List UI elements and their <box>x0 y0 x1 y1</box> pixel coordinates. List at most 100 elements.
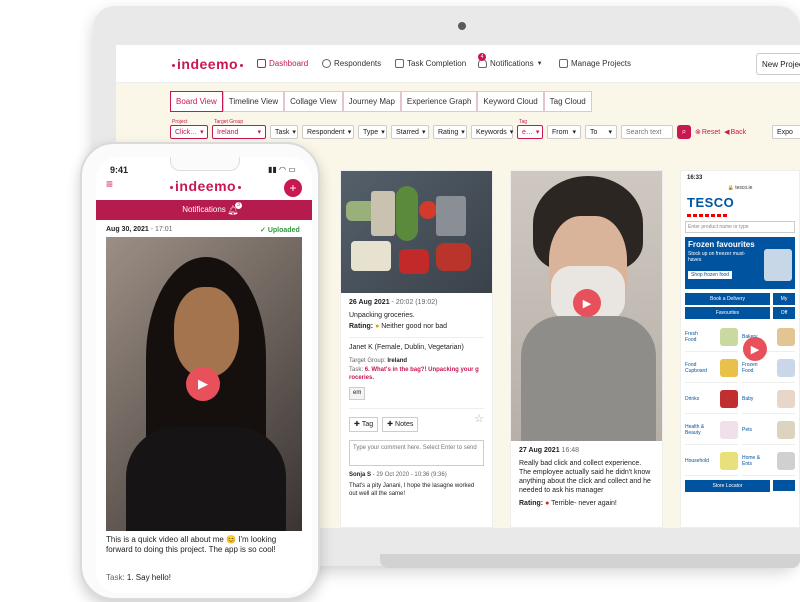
starred-filter[interactable]: Starred ▾ <box>391 125 429 139</box>
entry-time: - 20:02 (19:02) <box>389 299 438 306</box>
export-button[interactable]: Expo <box>772 125 800 139</box>
rating-label: Rating: <box>519 500 544 507</box>
respondent-name[interactable]: Janet K (Female, Dublin, Vegetarian) <box>349 337 484 352</box>
task-link[interactable]: 6. What's in the bag?! Unpacking your g … <box>349 367 479 381</box>
category-grid: Fresh FoodBakeryFood CupboardFrozen Food… <box>685 323 795 476</box>
entry-card-groceries[interactable]: 26 Aug 2021 - 20:02 (19:02) Unpacking gr… <box>340 170 493 528</box>
entry-card-click-collect[interactable]: ▶ 27 Aug 2021 16:48 Really bad click and… <box>510 170 663 528</box>
category-label: Household <box>685 458 709 464</box>
category-item[interactable]: Fresh Food <box>685 323 738 352</box>
nav-manage-projects[interactable]: Manage Projects <box>559 59 631 68</box>
reset-label: Reset <box>701 128 721 136</box>
notifications-header[interactable]: Notifications <box>96 200 312 220</box>
rating-value: Terrible- never again! <box>551 500 617 507</box>
url-text: tesco.ie <box>735 185 753 191</box>
star-icon[interactable]: ☆ <box>474 414 484 425</box>
type-filter[interactable]: Type ▾ <box>358 125 387 139</box>
entry-time: 16:48 <box>559 447 580 454</box>
top-nav: indeemo Dashboard Respondents Task Compl… <box>116 45 800 83</box>
banner-button[interactable]: Shop frozen food <box>688 271 733 279</box>
search-text-input[interactable]: Search text <box>621 125 673 139</box>
plus-icon: ✚ <box>387 421 394 428</box>
rating-label: Rating: <box>349 323 374 330</box>
tab-board-view[interactable]: Board View <box>170 91 223 112</box>
secondary-blue-button[interactable] <box>773 480 795 491</box>
add-plus-icon[interactable]: + <box>284 179 302 197</box>
task-filter[interactable]: Task ▾ <box>270 125 298 139</box>
caret-icon: ▾ <box>421 129 426 136</box>
nav-task-completion[interactable]: Task Completion <box>395 59 466 68</box>
selfie-video[interactable]: ▶ <box>106 237 302 531</box>
entry-timestamp: 27 Aug 2021 16:48 <box>519 446 654 455</box>
respondent-filter[interactable]: Respondent ▾ <box>302 125 354 139</box>
target-group-label: Target Group <box>214 119 244 125</box>
category-label: Drinks <box>685 396 700 402</box>
comment-author: Sonja S <box>349 472 372 478</box>
category-image <box>777 328 795 346</box>
tab-journey-map[interactable]: Journey Map <box>342 91 401 112</box>
category-image <box>777 452 795 470</box>
tab-keyword-cloud[interactable]: Keyword Cloud <box>477 91 544 112</box>
nav-dashboard[interactable]: Dashboard <box>257 59 308 68</box>
category-item[interactable]: Health & Beauty <box>685 416 738 445</box>
from-date-filter[interactable]: From ▾ <box>547 125 581 139</box>
offers-button[interactable]: Off <box>773 307 795 319</box>
play-icon[interactable]: ▶ <box>743 337 767 361</box>
category-item[interactable]: Baby <box>742 385 795 414</box>
upload-status-label: Uploaded <box>267 227 300 234</box>
to-date-filter[interactable]: To ▾ <box>585 125 617 139</box>
tab-collage-view[interactable]: Collage View <box>284 91 343 112</box>
tesco-logo[interactable]: TESCO <box>681 191 799 214</box>
frozen-banner[interactable]: Frozen favourites Stock up on freezer mu… <box>685 237 795 289</box>
favourites-button[interactable]: Favourites <box>685 307 770 319</box>
play-icon[interactable]: ▶ <box>186 367 220 401</box>
tab-tag-cloud[interactable]: Tag Cloud <box>543 91 592 112</box>
category-item[interactable]: Home & Ents <box>742 447 795 476</box>
tag-btn-label: Tag <box>361 421 374 428</box>
to-filter-label: To <box>590 128 598 136</box>
back-button[interactable]: ◀ Back <box>724 128 746 137</box>
back-arrow-icon: ◀ <box>724 129 730 136</box>
tag-filter[interactable]: Tag e… ▾ <box>517 119 543 139</box>
frozen-product-image <box>764 249 792 281</box>
book-delivery-button[interactable]: Book a Delivery <box>685 293 770 305</box>
indeemo-logo-mobile[interactable]: indeemo <box>168 178 243 194</box>
comment-time: - 29 Oct 2020 - 10:36 (9:36) <box>371 472 447 478</box>
caret-icon: ▾ <box>572 129 576 136</box>
project-filter[interactable]: Project Click… ▾ <box>170 119 208 139</box>
category-item[interactable]: Food Cupboard <box>685 354 738 383</box>
tab-timeline-view[interactable]: Timeline View <box>222 91 285 112</box>
phone-time: 9:41 <box>110 165 129 175</box>
nav-notifications[interactable]: Notifications ▼ <box>478 59 543 68</box>
my-account-button[interactable]: My <box>773 293 795 305</box>
comment-input[interactable]: Type your comment here. Select Enter to … <box>349 440 484 466</box>
search-icon[interactable]: ⌕ <box>677 125 691 139</box>
nav-respondents[interactable]: Respondents <box>322 59 381 68</box>
category-item[interactable]: Household <box>685 447 738 476</box>
store-locator-button[interactable]: Store Locator <box>685 480 770 492</box>
rating-filter[interactable]: Rating ▾ <box>433 125 467 139</box>
indeemo-logo[interactable]: indeemo <box>170 56 245 72</box>
click-collect-video[interactable]: ▶ <box>511 171 662 441</box>
view-tabs: Board View Timeline View Collage View Jo… <box>170 91 592 112</box>
category-item[interactable]: Drinks <box>685 385 738 414</box>
entry-card-tesco[interactable]: 16:33 🔒 tesco.ie TESCO Enter product nam… <box>680 170 800 528</box>
entry-description: Really bad click and collect experience.… <box>519 460 651 494</box>
category-item[interactable]: Pets <box>742 416 795 445</box>
entry-rating: Rating: ● Terrible- never again! <box>519 499 654 508</box>
add-notes-button[interactable]: ✚ Notes <box>382 417 419 432</box>
task-line: Task: 6. What's in the bag?! Unpacking y… <box>349 366 484 382</box>
play-icon[interactable]: ▶ <box>573 289 601 317</box>
tab-experience-graph[interactable]: Experience Graph <box>400 91 478 112</box>
product-search-input[interactable]: Enter product name or type <box>685 221 795 233</box>
phone-task-value[interactable]: 1. Say hello! <box>127 573 171 582</box>
reset-button[interactable]: ⊗ Reset <box>695 128 721 137</box>
new-project-button[interactable]: New Projec <box>756 53 800 75</box>
add-tag-button[interactable]: ✚ Tag <box>349 417 379 432</box>
tag-chip[interactable]: em <box>349 387 366 400</box>
groceries-photo[interactable] <box>341 171 492 293</box>
target-group-filter[interactable]: Target Group Ireland ▾ <box>212 119 266 139</box>
keywords-filter[interactable]: Keywords ▾ <box>471 125 513 139</box>
hamburger-menu-icon[interactable]: ≡ <box>106 178 120 190</box>
neutral-face-icon: ● <box>375 323 380 330</box>
